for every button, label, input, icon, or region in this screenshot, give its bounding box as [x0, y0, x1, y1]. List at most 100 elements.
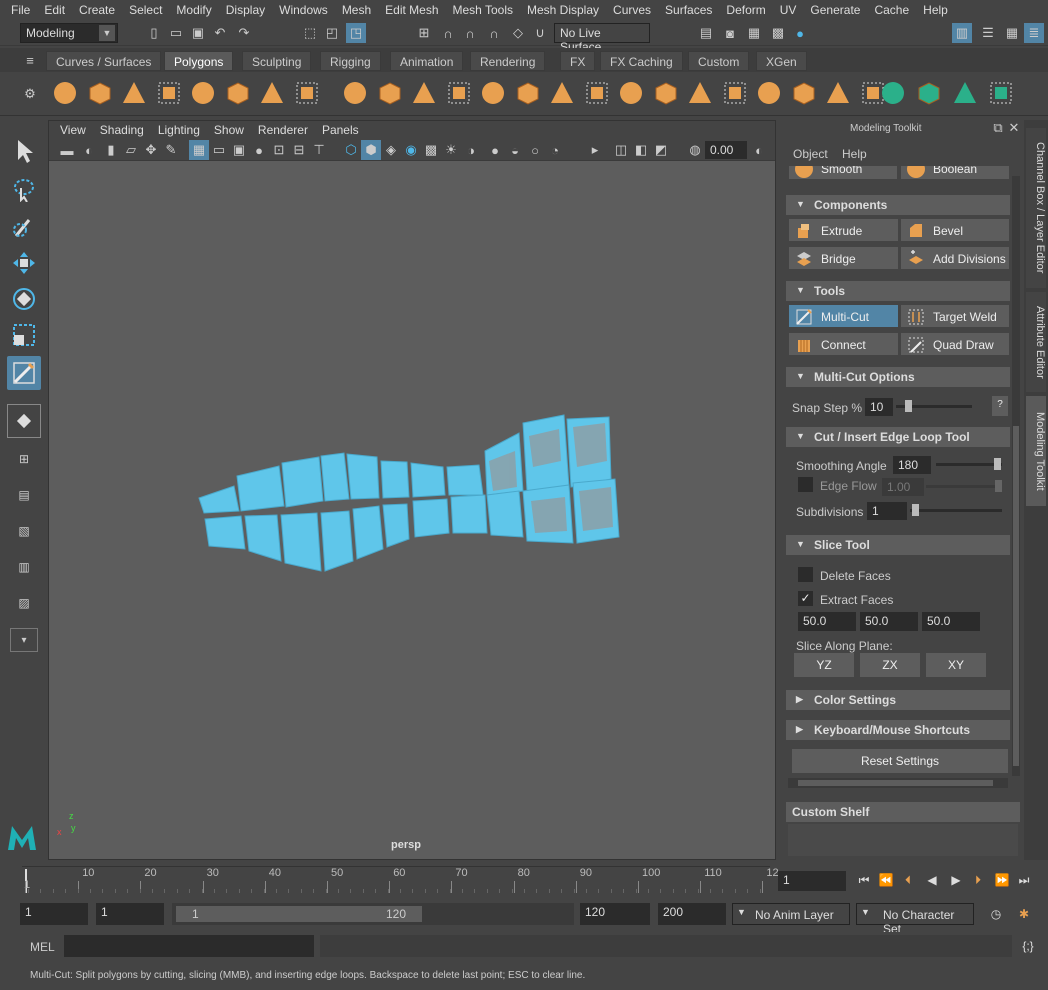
reduce-icon[interactable] — [478, 78, 508, 108]
viewport-scene[interactable]: persp z x y — [49, 161, 775, 859]
command-input[interactable] — [64, 935, 314, 957]
image-plane-icon[interactable]: ▱ — [121, 140, 141, 160]
snap-point-icon[interactable]: ∩ — [460, 23, 480, 43]
triangulate-icon[interactable] — [513, 78, 543, 108]
move-tool-icon[interactable] — [7, 246, 41, 280]
grid-icon[interactable]: ▦ — [189, 140, 209, 160]
extrude-icon[interactable] — [651, 78, 681, 108]
quad-draw-button[interactable]: Quad Draw — [900, 332, 1010, 356]
add-divisions-icon[interactable] — [823, 78, 853, 108]
tools-header[interactable]: ▼ Tools — [786, 281, 1010, 301]
slice-tool-header[interactable]: ▼ Slice Tool — [786, 535, 1010, 555]
boolean-button[interactable]: Boolean — [900, 166, 1010, 180]
edge-flow-checkbox[interactable] — [798, 477, 813, 492]
shelf-tab-animation[interactable]: Animation — [390, 51, 464, 71]
paint-select-tool-icon[interactable] — [7, 210, 41, 244]
new-scene-icon[interactable]: ▯ — [144, 23, 164, 43]
open-scene-icon[interactable]: ▭ — [166, 23, 186, 43]
layout-graph-icon[interactable]: ▧ — [7, 516, 41, 546]
mirror-icon[interactable] — [409, 78, 439, 108]
slice-yz-button[interactable]: YZ — [794, 653, 854, 677]
hypershade-icon[interactable]: ● — [790, 23, 810, 43]
resolution-gate-icon[interactable]: ▣ — [229, 140, 249, 160]
viewport-menu-lighting[interactable]: Lighting — [151, 123, 207, 137]
menu-generate[interactable]: Generate — [803, 3, 867, 17]
wireframe-icon[interactable]: ⬡ — [341, 140, 361, 160]
extract-z-field[interactable]: 50.0 — [922, 612, 980, 631]
shadows-icon[interactable]: ◑ — [461, 140, 481, 160]
shelf-menu-icon[interactable]: ≡ — [20, 50, 40, 70]
range-bar[interactable]: 1 120 — [172, 903, 574, 925]
wireframe-on-shaded-icon[interactable]: ◈ — [381, 140, 401, 160]
viewport-menu-renderer[interactable]: Renderer — [251, 123, 315, 137]
slice-zx-button[interactable]: ZX — [860, 653, 920, 677]
extract-x-field[interactable]: 50.0 — [798, 612, 856, 631]
field-chart-icon[interactable]: ⊡ — [269, 140, 289, 160]
quadrangulate-icon[interactable] — [547, 78, 577, 108]
poly-torus-icon[interactable] — [223, 78, 253, 108]
gate-mask-icon[interactable]: ● — [249, 140, 269, 160]
menu-cache[interactable]: Cache — [867, 3, 916, 17]
snap-curve-icon[interactable]: ∩ — [438, 23, 458, 43]
panel-vertical-scroll-thumb[interactable] — [1013, 426, 1019, 766]
play-forwards-icon[interactable]: ▶ — [946, 870, 966, 890]
multi-cut-tool-icon[interactable] — [7, 356, 41, 390]
layout-four-view-icon[interactable]: ⊞ — [7, 444, 41, 474]
select-hierarchy-icon[interactable]: ⬚ — [300, 23, 320, 43]
motion-blur-icon[interactable]: ◒ — [505, 140, 525, 160]
cut-insert-header[interactable]: ▼ Cut / Insert Edge Loop Tool — [786, 427, 1010, 447]
multicut-options-header[interactable]: ▼ Multi-Cut Options — [786, 367, 1010, 387]
snap-grid-icon[interactable]: ⊞ — [414, 23, 434, 43]
panel-menu-help[interactable]: Help — [842, 147, 867, 161]
camera-attributes-icon[interactable]: ◐ — [79, 140, 99, 160]
connect-button[interactable]: Connect — [788, 332, 899, 356]
anti-alias-icon[interactable]: ○ — [525, 140, 545, 160]
panel-vertical-scrollbar[interactable] — [1012, 176, 1020, 776]
xray-joints-icon[interactable]: ◫ — [611, 140, 631, 160]
script-editor-icon[interactable]: {;} — [1018, 936, 1038, 956]
depth-of-field-icon[interactable]: ◔ — [545, 140, 565, 160]
hud-icon[interactable]: ◩ — [651, 140, 671, 160]
textured-icon[interactable]: ▩ — [421, 140, 441, 160]
channel-box-toggle-icon[interactable]: ≣ — [1024, 23, 1044, 43]
2d-pan-zoom-icon[interactable]: ✥ — [141, 140, 161, 160]
custom-shelf-header[interactable]: Custom Shelf — [786, 802, 1020, 822]
menu-deform[interactable]: Deform — [719, 3, 772, 17]
bookmark-icon[interactable]: ▮ — [101, 140, 121, 160]
panel-horizontal-scrollbar[interactable] — [788, 778, 1008, 788]
step-forward-key-icon[interactable]: ⏵ — [968, 870, 988, 890]
animation-preferences-icon[interactable]: ✱ — [1014, 904, 1034, 924]
edge-flow-slider[interactable] — [926, 485, 1002, 488]
rotate-tool-icon[interactable] — [7, 282, 41, 316]
poly-cylinder-icon[interactable] — [119, 78, 149, 108]
gamma-icon[interactable]: ◐ — [749, 140, 769, 160]
subdivisions-slider[interactable] — [910, 509, 1002, 512]
target-weld-button[interactable]: Target Weld — [900, 304, 1010, 328]
edge-flow-slider-handle[interactable] — [995, 480, 1002, 492]
tab-channel-box[interactable]: Channel Box / Layer Editor — [1026, 128, 1046, 288]
ambient-occlusion-icon[interactable]: ● — [485, 140, 505, 160]
show-manipulator-icon[interactable] — [7, 404, 41, 438]
multi-cut-icon[interactable] — [616, 78, 646, 108]
film-gate-icon[interactable]: ▭ — [209, 140, 229, 160]
poly-pipe-icon[interactable] — [292, 78, 322, 108]
attribute-editor-toggle-icon[interactable]: ☰ — [978, 23, 998, 43]
poly-pyramid-icon[interactable] — [257, 78, 287, 108]
current-frame-field[interactable]: 1 — [778, 871, 846, 891]
menu-edit-mesh[interactable]: Edit Mesh — [378, 3, 445, 17]
save-scene-icon[interactable]: ▣ — [188, 23, 208, 43]
shelf-tab-curves-surfaces[interactable]: Curves / Surfaces — [46, 51, 162, 71]
smooth-icon[interactable] — [444, 78, 474, 108]
use-lights-icon[interactable]: ☀ — [441, 140, 461, 160]
menu-mesh[interactable]: Mesh — [335, 3, 378, 17]
menu-mesh-tools[interactable]: Mesh Tools — [446, 3, 520, 17]
components-header[interactable]: ▼ Components — [786, 195, 1010, 215]
step-back-frame-icon[interactable]: ⏪ — [876, 870, 896, 890]
playback-start-field[interactable]: 1 — [96, 903, 164, 925]
menu-help[interactable]: Help — [916, 3, 955, 17]
layout-outliner-icon[interactable]: ▥ — [7, 552, 41, 582]
panel-menu-object[interactable]: Object — [793, 147, 828, 161]
mel-label[interactable]: MEL — [30, 940, 55, 954]
snap-step-field[interactable]: 10 — [865, 398, 893, 416]
xray-icon[interactable]: ◉ — [401, 140, 421, 160]
